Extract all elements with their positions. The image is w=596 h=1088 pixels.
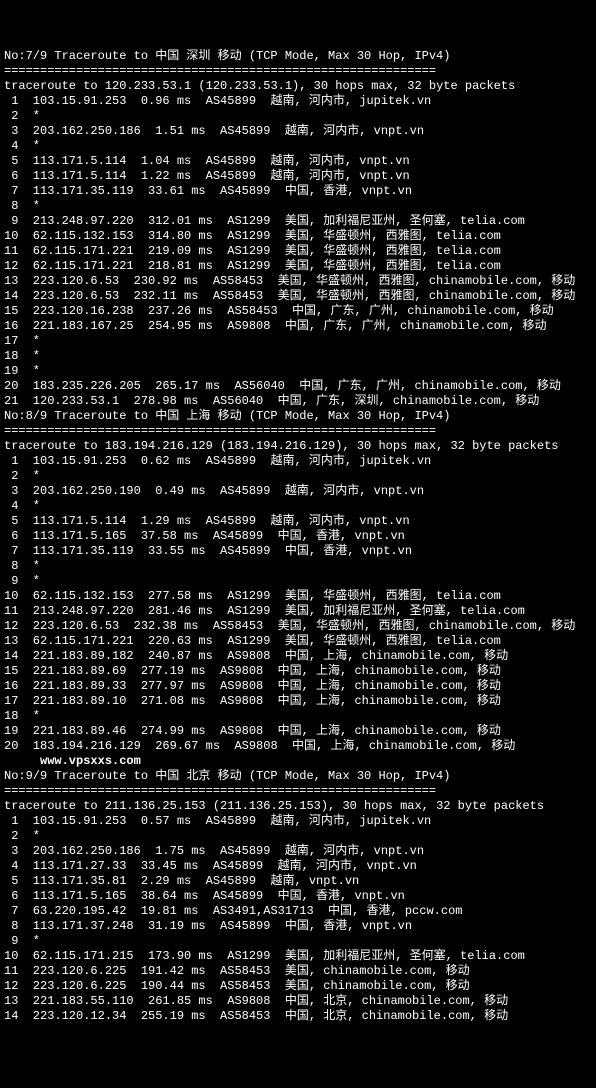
terminal-line: 4 * xyxy=(4,499,592,514)
terminal-line: 2 * xyxy=(4,829,592,844)
terminal-line: 19 * xyxy=(4,364,592,379)
terminal-output: No:7/9 Traceroute to 中国 深圳 移动 (TCP Mode,… xyxy=(4,49,592,1024)
terminal-line: ========================================… xyxy=(4,64,592,79)
terminal-line: 17 221.183.89.10 271.08 ms AS9808 中国, 上海… xyxy=(4,694,592,709)
terminal-line: 1 103.15.91.253 0.62 ms AS45899 越南, 河内市,… xyxy=(4,454,592,469)
watermark-url: www.vpsxxs.com xyxy=(4,754,592,769)
terminal-line: 9 * xyxy=(4,934,592,949)
terminal-line: 10 62.115.132.153 314.80 ms AS1299 美国, 华… xyxy=(4,229,592,244)
terminal-line: 16 221.183.89.33 277.97 ms AS9808 中国, 上海… xyxy=(4,679,592,694)
terminal-line: 9 * xyxy=(4,574,592,589)
terminal-line: 5 113.171.35.81 2.29 ms AS45899 越南, vnpt… xyxy=(4,874,592,889)
terminal-line: 9 213.248.97.220 312.01 ms AS1299 美国, 加利… xyxy=(4,214,592,229)
terminal-line: ========================================… xyxy=(4,424,592,439)
terminal-line: 7 113.171.35.119 33.61 ms AS45899 中国, 香港… xyxy=(4,184,592,199)
terminal-line: 8 * xyxy=(4,559,592,574)
terminal-line: 15 221.183.89.69 277.19 ms AS9808 中国, 上海… xyxy=(4,664,592,679)
terminal-line: 10 62.115.171.215 173.90 ms AS1299 美国, 加… xyxy=(4,949,592,964)
terminal-line: 14 221.183.89.182 240.87 ms AS9808 中国, 上… xyxy=(4,649,592,664)
terminal-line: 12 223.120.6.225 190.44 ms AS58453 美国, c… xyxy=(4,979,592,994)
terminal-line: 8 113.171.37.248 31.19 ms AS45899 中国, 香港… xyxy=(4,919,592,934)
terminal-line: 18 * xyxy=(4,709,592,724)
terminal-line: No:9/9 Traceroute to 中国 北京 移动 (TCP Mode,… xyxy=(4,769,592,784)
terminal-line: 16 221.183.167.25 254.95 ms AS9808 中国, 广… xyxy=(4,319,592,334)
terminal-line: traceroute to 183.194.216.129 (183.194.2… xyxy=(4,439,592,454)
terminal-line: 8 * xyxy=(4,199,592,214)
terminal-line: 6 113.171.5.114 1.22 ms AS45899 越南, 河内市,… xyxy=(4,169,592,184)
terminal-line: 11 213.248.97.220 281.46 ms AS1299 美国, 加… xyxy=(4,604,592,619)
terminal-line: traceroute to 211.136.25.153 (211.136.25… xyxy=(4,799,592,814)
terminal-line: 13 223.120.6.53 230.92 ms AS58453 美国, 华盛… xyxy=(4,274,592,289)
terminal-line: ========================================… xyxy=(4,784,592,799)
terminal-line: 5 113.171.5.114 1.29 ms AS45899 越南, 河内市,… xyxy=(4,514,592,529)
terminal-line: 17 * xyxy=(4,334,592,349)
terminal-line: 10 62.115.132.153 277.58 ms AS1299 美国, 华… xyxy=(4,589,592,604)
terminal-line: 7 113.171.35.119 33.55 ms AS45899 中国, 香港… xyxy=(4,544,592,559)
terminal-line: 13 221.183.55.110 261.85 ms AS9808 中国, 北… xyxy=(4,994,592,1009)
terminal-line: 11 62.115.171.221 219.09 ms AS1299 美国, 华… xyxy=(4,244,592,259)
terminal-line: 4 * xyxy=(4,139,592,154)
terminal-line: 5 113.171.5.114 1.04 ms AS45899 越南, 河内市,… xyxy=(4,154,592,169)
terminal-line: 1 103.15.91.253 0.96 ms AS45899 越南, 河内市,… xyxy=(4,94,592,109)
terminal-line: 7 63.220.195.42 19.81 ms AS3491,AS31713 … xyxy=(4,904,592,919)
terminal-line: No:7/9 Traceroute to 中国 深圳 移动 (TCP Mode,… xyxy=(4,49,592,64)
terminal-line: 15 223.120.16.238 237.26 ms AS58453 中国, … xyxy=(4,304,592,319)
terminal-line: 1 103.15.91.253 0.57 ms AS45899 越南, 河内市,… xyxy=(4,814,592,829)
terminal-line: 12 62.115.171.221 218.81 ms AS1299 美国, 华… xyxy=(4,259,592,274)
terminal-line: 14 223.120.6.53 232.11 ms AS58453 美国, 华盛… xyxy=(4,289,592,304)
terminal-line: 6 113.171.5.165 38.64 ms AS45899 中国, 香港,… xyxy=(4,889,592,904)
terminal-line: 2 * xyxy=(4,469,592,484)
terminal-line: 3 203.162.250.190 0.49 ms AS45899 越南, 河内… xyxy=(4,484,592,499)
terminal-line: 20 183.235.226.205 265.17 ms AS56040 中国,… xyxy=(4,379,592,394)
terminal-line: 12 223.120.6.53 232.38 ms AS58453 美国, 华盛… xyxy=(4,619,592,634)
terminal-line: 13 62.115.171.221 220.63 ms AS1299 美国, 华… xyxy=(4,634,592,649)
terminal-line: 21 120.233.53.1 278.98 ms AS56040 中国, 广东… xyxy=(4,394,592,409)
terminal-line: 14 223.120.12.34 255.19 ms AS58453 中国, 北… xyxy=(4,1009,592,1024)
terminal-line: 18 * xyxy=(4,349,592,364)
terminal-line: 3 203.162.250.186 1.75 ms AS45899 越南, 河内… xyxy=(4,844,592,859)
terminal-line: No:8/9 Traceroute to 中国 上海 移动 (TCP Mode,… xyxy=(4,409,592,424)
terminal-line: 3 203.162.250.186 1.51 ms AS45899 越南, 河内… xyxy=(4,124,592,139)
terminal-line: 4 113.171.27.33 33.45 ms AS45899 越南, 河内市… xyxy=(4,859,592,874)
terminal-line: 20 183.194.216.129 269.67 ms AS9808 中国, … xyxy=(4,739,592,754)
terminal-line: 6 113.171.5.165 37.58 ms AS45899 中国, 香港,… xyxy=(4,529,592,544)
terminal-line: traceroute to 120.233.53.1 (120.233.53.1… xyxy=(4,79,592,94)
terminal-line: 19 221.183.89.46 274.99 ms AS9808 中国, 上海… xyxy=(4,724,592,739)
terminal-line: 11 223.120.6.225 191.42 ms AS58453 美国, c… xyxy=(4,964,592,979)
terminal-line: 2 * xyxy=(4,109,592,124)
